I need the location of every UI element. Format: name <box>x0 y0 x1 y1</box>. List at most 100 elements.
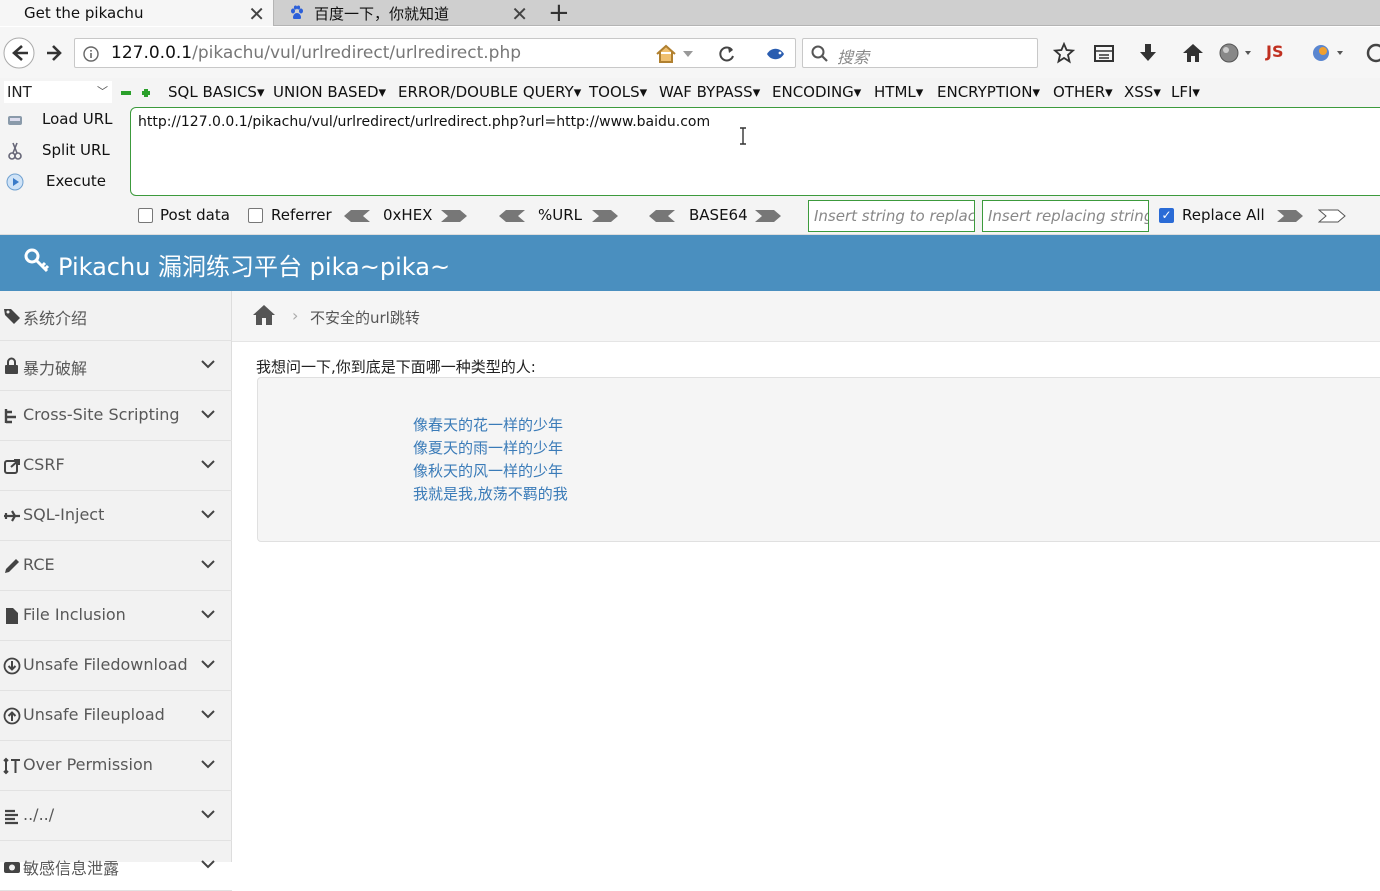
chevron-down-icon <box>201 360 215 369</box>
menu-lfi[interactable]: LFI▾ <box>1171 81 1200 103</box>
sidebar-item-sql-inject[interactable]: SQL-Inject <box>0 491 232 541</box>
decode-base64-arrow-icon[interactable] <box>648 209 676 223</box>
referrer-label: Referrer <box>271 206 332 224</box>
home-icon[interactable] <box>1181 42 1205 64</box>
minus-plus-icons[interactable] <box>120 86 156 100</box>
forward-arrow-icon[interactable] <box>44 43 66 63</box>
chevron-down-icon <box>201 760 215 769</box>
sidebar-item-xss[interactable]: Cross-Site Scripting <box>0 391 232 441</box>
option-link-autumn[interactable]: 像秋天的风一样的少年 <box>413 460 563 481</box>
post-data-checkbox[interactable] <box>138 208 153 223</box>
execute-button[interactable]: Execute <box>0 172 125 194</box>
fish-addon-icon[interactable] <box>764 44 788 64</box>
home-icon[interactable] <box>252 304 276 326</box>
pencil-icon <box>5 559 19 573</box>
reload-icon[interactable] <box>717 45 737 63</box>
chevron-down-icon <box>201 860 215 869</box>
download-icon <box>3 657 21 675</box>
sidebar-item-unsafe-fileupload[interactable]: Unsafe Fileupload <box>0 691 232 741</box>
chevron-down-icon <box>201 710 215 719</box>
replace-all-label: Replace All <box>1182 206 1265 224</box>
site-title[interactable]: Pikachu 漏洞练习平台 pika~pika~ <box>58 247 450 282</box>
close-tab-icon[interactable]: ✕ <box>511 2 528 26</box>
tags-icon <box>4 309 20 324</box>
menu-encryption[interactable]: ENCRYPTION▾ <box>937 81 1040 103</box>
decode-hex-arrow-icon[interactable] <box>343 209 371 223</box>
option-link-spring[interactable]: 像春天的花一样的少年 <box>413 414 563 435</box>
replacing-string-input[interactable]: Insert replacing string <box>982 200 1149 232</box>
tab-baidu[interactable]: 百度一下，你就知道 ✕ <box>280 0 536 26</box>
bookmark-star-icon[interactable] <box>1053 42 1075 64</box>
plane-icon <box>4 510 20 522</box>
encode-hex-arrow-icon[interactable] <box>440 209 468 223</box>
load-url-icon <box>8 116 22 125</box>
hackbar-url-textarea[interactable]: http://127.0.0.1/pikachu/vul/urlredirect… <box>130 107 1380 196</box>
sidebar-item-rce[interactable]: RCE <box>0 541 232 591</box>
tab-strip: Get the pikachu ✕ 百度一下，你就知道 ✕ + <box>0 0 1380 28</box>
split-url-button[interactable]: Split URL <box>0 141 125 163</box>
info-icon[interactable] <box>83 46 99 62</box>
sidebar-item-file-inclusion[interactable]: File Inclusion <box>0 591 232 641</box>
address-bar[interactable]: 127.0.0.1/pikachu/vul/urlredirect/urlred… <box>74 38 796 68</box>
navigation-toolbar: 127.0.0.1/pikachu/vul/urlredirect/urlred… <box>0 27 1380 78</box>
replace-all-checkbox[interactable]: ✓ <box>1159 208 1174 223</box>
download-arrow-icon[interactable] <box>1138 42 1158 64</box>
sidebar-item-over-permission[interactable]: Over Permission <box>0 741 232 791</box>
replace-arrow-icon[interactable] <box>1276 209 1304 223</box>
url-host: 127.0.0.1 <box>111 43 193 63</box>
int-select[interactable]: INT ﹀ <box>4 81 112 103</box>
key-icon <box>24 248 50 273</box>
sidebar-item-info-leak[interactable]: 敏感信息泄露 <box>0 841 232 891</box>
menu-html[interactable]: HTML▾ <box>874 81 923 103</box>
menu-union-based[interactable]: UNION BASED▾ <box>273 81 386 103</box>
encode-base64-arrow-icon[interactable] <box>754 209 782 223</box>
chevron-down-icon <box>201 660 215 669</box>
search-box[interactable]: 搜索 <box>802 38 1038 68</box>
sidebar-item-brute-force[interactable]: 暴力破解 <box>0 341 232 391</box>
menu-other[interactable]: OTHER▾ <box>1053 81 1113 103</box>
sidebar-item-unsafe-filedownload[interactable]: Unsafe Filedownload <box>0 641 232 691</box>
file-icon <box>6 608 18 624</box>
option-link-summer[interactable]: 像夏天的雨一样的少年 <box>413 437 563 458</box>
play-icon <box>6 173 24 191</box>
menu-tools[interactable]: TOOLS▾ <box>589 81 647 103</box>
breadcrumb-current: 不安全的url跳转 <box>310 309 420 327</box>
globe-addon-icon[interactable] <box>1218 42 1254 64</box>
load-url-button[interactable]: Load URL <box>0 110 125 132</box>
decode-url-arrow-icon[interactable] <box>498 209 526 223</box>
chevron-down-icon <box>201 560 215 569</box>
close-tab-icon[interactable]: ✕ <box>248 2 265 26</box>
javascript-toggle-icon[interactable]: JS <box>1266 42 1283 61</box>
menu-encoding[interactable]: ENCODING▾ <box>772 81 861 103</box>
chevron-down-icon <box>201 410 215 419</box>
encode-url-arrow-icon[interactable] <box>591 209 619 223</box>
replace-string-input[interactable]: Insert string to replace <box>808 200 975 232</box>
text-cursor-icon <box>740 127 746 145</box>
sidebar-item-csrf[interactable]: CSRF <box>0 441 232 491</box>
breadcrumb-separator-icon: › <box>292 306 299 325</box>
lock-icon <box>5 357 18 374</box>
sidebar-item-dir-traversal[interactable]: ../../ <box>0 791 232 841</box>
bookmarks-list-icon[interactable] <box>1093 43 1115 63</box>
camera-icon <box>4 862 20 873</box>
proxy-addon-icon[interactable] <box>1310 42 1348 64</box>
sitemap-icon <box>4 409 16 424</box>
replace-next-arrow-icon[interactable] <box>1318 209 1346 223</box>
option-link-myself[interactable]: 我就是我,放荡不羁的我 <box>413 483 568 504</box>
menu-error-double-query[interactable]: ERROR/DOUBLE QUERY▾ <box>398 81 581 103</box>
sidebar-item-intro[interactable]: 系统介绍 <box>0 291 232 341</box>
new-tab-plus-icon[interactable]: + <box>548 0 570 28</box>
chevron-down-icon <box>201 510 215 519</box>
hex-label: 0xHEX <box>383 206 433 224</box>
list-icon <box>5 809 18 825</box>
settings-gear-icon[interactable] <box>1364 41 1380 65</box>
menu-sql-basics[interactable]: SQL BASICS▾ <box>168 81 264 103</box>
chevron-down-icon <box>201 810 215 819</box>
referrer-checkbox[interactable] <box>248 208 263 223</box>
home-dropdown-icon[interactable] <box>655 44 695 64</box>
menu-xss[interactable]: XSS▾ <box>1124 81 1161 103</box>
back-arrow-icon[interactable] <box>2 37 36 69</box>
question-text: 我想问一下,你到底是下面哪一种类型的人: <box>256 358 536 376</box>
tab-pikachu[interactable]: Get the pikachu ✕ <box>0 0 274 26</box>
menu-waf-bypass[interactable]: WAF BYPASS▾ <box>659 81 760 103</box>
